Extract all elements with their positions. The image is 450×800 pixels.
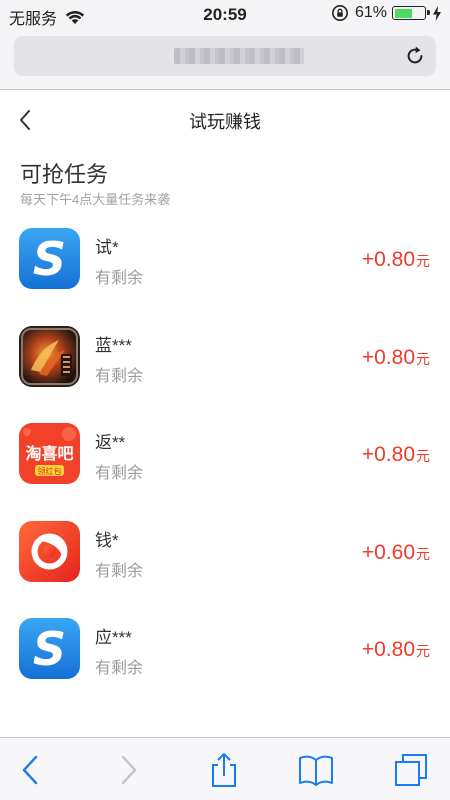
task-reward: +0.80元 (362, 346, 430, 370)
task-name: 试* (95, 238, 119, 257)
rotation-lock-icon (331, 5, 348, 21)
task-remain: 有剩余 (95, 562, 144, 580)
back-arrow-icon[interactable] (13, 752, 49, 788)
reward-amount: +0.80 (361, 248, 415, 271)
reward-unit: 元 (416, 545, 430, 562)
reward-unit: 元 (416, 448, 430, 464)
task-remain: 有剩余 (95, 270, 144, 287)
task-reward: +0.80元 (362, 638, 430, 662)
blue-s-app-icon: S (19, 228, 80, 289)
task-remain: 有剩余 (95, 465, 144, 482)
share-icon[interactable] (206, 752, 242, 788)
reload-icon[interactable] (404, 45, 426, 67)
reward-amount: +0.80 (361, 345, 415, 369)
task-item[interactable]: 蓝*** 有剩余 +0.80元 (0, 325, 450, 424)
task-remain: 有剩余 (95, 367, 144, 385)
page-header: 试玩赚钱 (0, 91, 450, 147)
reward-unit: 元 (416, 253, 430, 269)
reward-unit: 元 (416, 350, 430, 367)
tabs-icon[interactable] (393, 752, 429, 788)
reward-amount: +0.80 (361, 443, 415, 466)
reward-amount: +0.80 (361, 638, 415, 661)
svg-text:领红包: 领红包 (38, 466, 62, 476)
page-title: 试玩赚钱 (189, 112, 261, 132)
charging-bolt-icon (433, 5, 441, 21)
task-name: 蓝*** (95, 335, 132, 355)
blue-s-app-icon: S (19, 618, 80, 679)
section-subtitle: 每天下午4点大量任务来袭 (20, 192, 171, 207)
task-reward: +0.80元 (362, 248, 430, 272)
forward-arrow-icon[interactable] (110, 752, 146, 788)
taoxiba-app-icon: 淘喜吧 领红包 (19, 423, 80, 484)
task-item[interactable]: 淘喜吧 领红包 返** 有剩余 +0.80元 (0, 423, 450, 521)
task-list: S 试* 有剩余 +0.80元 蓝*** 有剩余 +0.80元 淘喜吧 领红包 … (0, 228, 450, 716)
reward-amount: +0.60 (361, 540, 415, 564)
task-item[interactable]: S 试* 有剩余 +0.80元 (0, 228, 450, 326)
red-swirl-app-icon (19, 520, 80, 582)
task-remain: 有剩余 (95, 660, 144, 677)
section-title: 可抢任务 (20, 162, 109, 187)
svg-text:淘喜吧: 淘喜吧 (25, 444, 73, 463)
status-bar: 无服务 20:59 61% (0, 0, 450, 30)
bookmarks-icon[interactable] (298, 752, 334, 788)
task-item[interactable]: S 应*** 有剩余 +0.80元 (0, 618, 450, 716)
task-name: 钱* (95, 530, 119, 550)
reward-unit: 元 (416, 643, 430, 659)
battery-percent: 61% (354, 4, 387, 21)
browser-chrome (0, 30, 450, 90)
task-item[interactable]: 钱* 有剩余 +0.60元 (0, 520, 450, 619)
task-name: 返** (95, 433, 126, 452)
task-reward: +0.60元 (362, 541, 430, 565)
task-name: 应*** (95, 628, 132, 647)
address-bar[interactable] (14, 36, 436, 76)
battery-icon (392, 6, 430, 20)
svg-text:S: S (33, 232, 66, 286)
game-app-icon (19, 325, 80, 387)
address-url-blurred[interactable] (174, 48, 304, 64)
screen: 无服务 20:59 61% 试玩赚钱 可抢任务 每天下午4点大量任务来袭 S 试… (0, 0, 450, 800)
browser-toolbar (0, 737, 450, 800)
task-reward: +0.80元 (362, 443, 430, 467)
status-right: 61% (331, 4, 442, 22)
battery-level-fill (394, 8, 413, 18)
svg-text:S: S (33, 622, 66, 676)
